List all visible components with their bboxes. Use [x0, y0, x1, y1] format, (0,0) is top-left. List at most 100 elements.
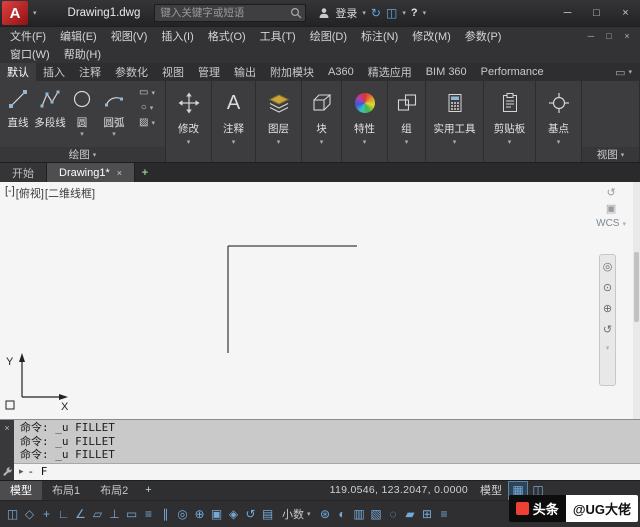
viewport-view-control[interactable]: [俯视] — [16, 185, 44, 201]
maximize-button[interactable]: □ — [582, 0, 611, 26]
gizmo-icon[interactable]: ↺ — [242, 504, 259, 524]
tab-default[interactable]: 默认 — [0, 63, 36, 81]
wcs-dropdown[interactable]: WCS ▾ — [596, 218, 626, 229]
pan-icon[interactable]: ⊙ — [603, 281, 612, 294]
tab-featured-apps[interactable]: 精选应用 — [361, 63, 419, 81]
viewport-visual-style-control[interactable]: [二维线框] — [45, 185, 95, 201]
tab-close-icon[interactable]: × — [117, 168, 122, 178]
polyline-tool-button[interactable]: 多段线 — [34, 83, 66, 147]
line-tool-button[interactable]: 直线 — [2, 83, 34, 147]
panel-clipboard[interactable]: 剪贴板 ▾ — [484, 81, 536, 162]
new-layout-button[interactable]: + — [138, 481, 158, 500]
selection-cycling-icon[interactable]: ◎ — [174, 504, 191, 524]
panel-groups[interactable]: 组 ▾ — [388, 81, 426, 162]
polar-tracking-icon[interactable]: ∠ — [72, 504, 89, 524]
a360-sync-icon[interactable]: ↻ — [371, 6, 381, 20]
tab-addins[interactable]: 附加模块 — [263, 63, 321, 81]
menu-parametric[interactable]: 参数(P) — [458, 28, 509, 44]
panel-annotate[interactable]: A 注释 ▾ — [212, 81, 256, 162]
scrollbar-thumb[interactable] — [634, 252, 639, 322]
dynamic-input-icon[interactable]: + — [38, 504, 55, 524]
circle-tool-button[interactable]: 圆 ▾ — [66, 83, 98, 147]
osnap-tracking-icon[interactable]: ⊥ — [106, 504, 123, 524]
lock-ui-icon[interactable]: ◌ — [385, 504, 402, 524]
tab-view[interactable]: 视图 — [155, 63, 191, 81]
view-panel-label[interactable]: 视图 ▾ — [582, 147, 639, 162]
menu-insert[interactable]: 插入(I) — [154, 28, 200, 44]
tab-parametric[interactable]: 参数化 — [108, 63, 155, 81]
tab-insert[interactable]: 插入 — [36, 63, 72, 81]
app-menu-chevron-icon[interactable]: ▾ — [28, 9, 42, 17]
panel-modify[interactable]: 修改 ▾ — [166, 81, 212, 162]
chevron-down-icon[interactable]: ▾ — [112, 130, 116, 138]
command-close-icon[interactable]: × — [4, 423, 9, 433]
tab-annotate[interactable]: 注释 — [72, 63, 108, 81]
close-button[interactable]: × — [611, 0, 640, 26]
minimize-button[interactable]: ─ — [553, 0, 582, 26]
zoom-icon[interactable]: ⊕ — [603, 302, 612, 315]
menu-window[interactable]: 窗口(W) — [3, 46, 57, 62]
graphics-performance-icon[interactable]: ⊞ — [419, 504, 436, 524]
units-icon[interactable]: ▥ — [351, 504, 368, 524]
sign-in-button[interactable]: 登录 — [335, 5, 357, 21]
menu-draw[interactable]: 绘图(D) — [303, 28, 354, 44]
search-icon[interactable] — [290, 7, 302, 19]
isolate-objects-icon[interactable]: ▰ — [402, 504, 419, 524]
infer-constraints-icon[interactable]: ◇ — [21, 504, 38, 524]
search-input[interactable] — [155, 7, 291, 19]
command-input[interactable] — [27, 465, 640, 478]
tab-performance[interactable]: Performance — [474, 63, 551, 81]
doc-minimize-button[interactable]: ─ — [582, 31, 600, 41]
exchange-apps-icon[interactable]: ◫ — [386, 6, 397, 20]
menu-view[interactable]: 视图(V) — [104, 28, 155, 44]
ellipse-tool-button[interactable]: ○ ▾ — [130, 102, 164, 113]
tab-output[interactable]: 输出 — [227, 63, 263, 81]
help-icon[interactable]: ? — [411, 7, 418, 19]
menu-tools[interactable]: 工具(T) — [253, 28, 303, 44]
isometric-drafting-icon[interactable]: ▱ — [89, 504, 106, 524]
rectangle-tool-button[interactable]: ▭ ▾ — [130, 87, 164, 98]
annotation-visibility-icon[interactable]: ▤ — [259, 504, 276, 524]
annotation-scale-button[interactable]: 小数 ▾ — [282, 506, 311, 522]
menu-file[interactable]: 文件(F) — [3, 28, 53, 44]
draw-panel-label[interactable]: 绘图 ▾ — [0, 147, 165, 162]
annotation-monitor-icon[interactable]: ◐ — [334, 504, 351, 524]
navigation-wheel-icon[interactable]: ◎ — [603, 260, 613, 273]
vertical-scrollbar[interactable] — [633, 182, 640, 419]
model-space-toggle[interactable]: 模型 — [480, 481, 502, 500]
tab-drawing1[interactable]: Drawing1* × — [47, 163, 136, 182]
workspace-switching-icon[interactable]: ⊛ — [317, 504, 334, 524]
hatch-tool-button[interactable]: ▨ ▾ — [130, 117, 164, 128]
drawn-lines[interactable] — [0, 182, 640, 419]
panel-basepoint[interactable]: 基点 ▾ — [536, 81, 582, 162]
new-drawing-button[interactable]: + — [135, 163, 155, 182]
doc-restore-button[interactable]: □ — [600, 31, 618, 41]
orbit-icon[interactable]: ↺ — [603, 323, 612, 336]
viewport-menu-control[interactable]: [-] — [5, 185, 15, 201]
doc-close-button[interactable]: × — [618, 31, 636, 41]
apps-chevron-icon[interactable]: ▾ — [402, 9, 406, 17]
help-chevron-icon[interactable]: ▾ — [423, 9, 427, 17]
tab-model[interactable]: 模型 — [0, 480, 42, 500]
viewcube-face-icon[interactable]: ▣ — [606, 202, 616, 215]
menu-dimension[interactable]: 标注(N) — [354, 28, 405, 44]
ribbon-display-toggle[interactable]: ▭ ▾ — [615, 63, 640, 81]
tab-layout2[interactable]: 布局2 — [90, 481, 138, 500]
panel-layers[interactable]: 图层 ▾ — [256, 81, 302, 162]
selection-filtering-icon[interactable]: ◈ — [225, 504, 242, 524]
tab-manage[interactable]: 管理 — [191, 63, 227, 81]
osnap-3d-icon[interactable]: ⊕ — [191, 504, 208, 524]
drawing-viewport[interactable]: [-] [俯视] [二维线框] ↺ ▣ WCS ▾ ◎ ⊙ ⊕ ↺ ▾ Y X — [0, 182, 640, 419]
snap-mode-icon[interactable]: ◫ — [4, 504, 21, 524]
ortho-mode-icon[interactable]: ∟ — [55, 504, 72, 524]
tab-a360[interactable]: A360 — [321, 63, 361, 81]
sign-in-chevron-icon[interactable]: ▾ — [362, 9, 366, 17]
arc-tool-button[interactable]: 圆弧 ▾ — [98, 83, 130, 147]
menu-help[interactable]: 帮助(H) — [57, 46, 108, 62]
lineweight-icon[interactable]: ≡ — [140, 504, 157, 524]
app-logo-button[interactable]: A — [2, 1, 28, 25]
customization-icon[interactable]: ≡ — [436, 504, 453, 524]
tab-bim360[interactable]: BIM 360 — [419, 63, 474, 81]
chevron-down-icon[interactable]: ▾ — [80, 130, 84, 138]
quick-properties-icon[interactable]: ▧ — [368, 504, 385, 524]
